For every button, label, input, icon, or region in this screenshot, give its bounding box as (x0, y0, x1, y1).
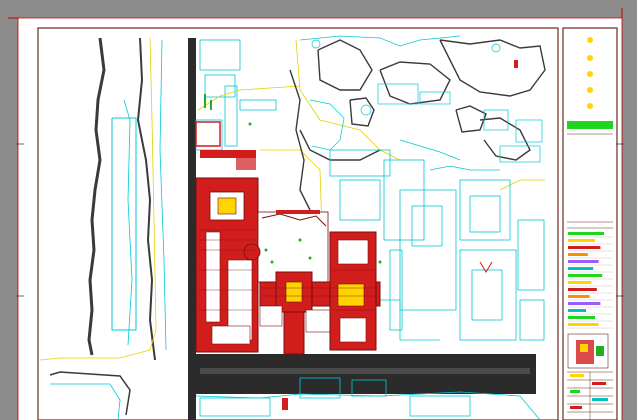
legend-swatch (568, 253, 588, 256)
legend-swatch (568, 281, 592, 284)
legend-swatch (568, 316, 595, 319)
cad-viewport[interactable] (0, 0, 637, 420)
legend-swatch (568, 309, 586, 312)
legend-swatch (568, 274, 603, 277)
legend-swatch (568, 239, 595, 242)
status-bar (567, 121, 613, 129)
small-red-marker (514, 60, 518, 68)
legend-swatch (568, 232, 604, 235)
drawing-canvas[interactable] (0, 0, 637, 420)
legend-swatch (568, 295, 590, 298)
legend-swatch (568, 246, 601, 249)
legend-swatch (568, 302, 601, 305)
south-red-block (282, 398, 288, 410)
legend-swatch (568, 267, 594, 270)
road-bottom-gap (200, 368, 530, 374)
legend-swatch (568, 323, 599, 326)
legend-swatch (568, 260, 599, 263)
legend-swatch (568, 288, 597, 291)
